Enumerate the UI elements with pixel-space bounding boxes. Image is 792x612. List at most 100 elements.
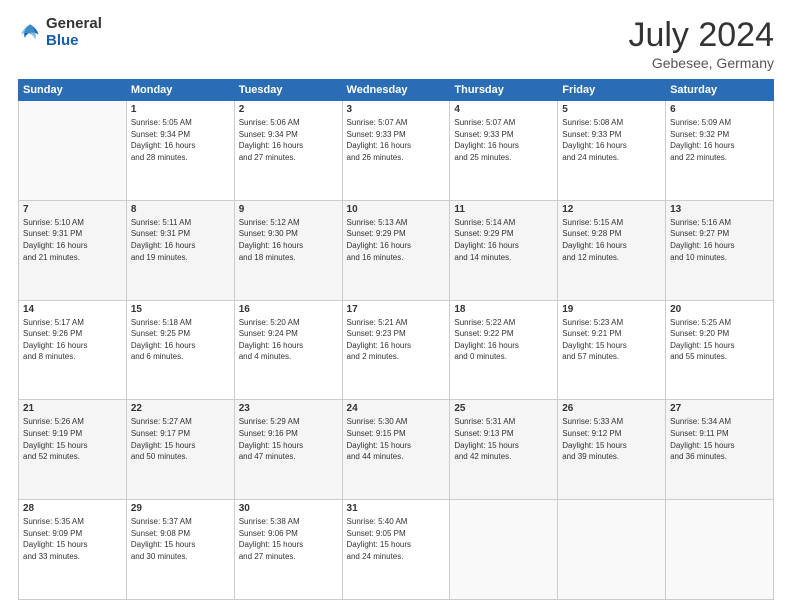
day-info: Sunrise: 5:15 AM Sunset: 9:28 PM Dayligh…: [562, 217, 661, 263]
day-of-week-header: Tuesday: [234, 80, 342, 101]
day-info: Sunrise: 5:33 AM Sunset: 9:12 PM Dayligh…: [562, 416, 661, 462]
day-info: Sunrise: 5:06 AM Sunset: 9:34 PM Dayligh…: [239, 117, 338, 163]
day-number: 1: [131, 104, 230, 115]
day-of-week-header: Thursday: [450, 80, 558, 101]
day-info: Sunrise: 5:10 AM Sunset: 9:31 PM Dayligh…: [23, 217, 122, 263]
day-number: 9: [239, 204, 338, 215]
day-info: Sunrise: 5:30 AM Sunset: 9:15 PM Dayligh…: [347, 416, 446, 462]
day-info: Sunrise: 5:38 AM Sunset: 9:06 PM Dayligh…: [239, 516, 338, 562]
calendar-cell: 28 Sunrise: 5:35 AM Sunset: 9:09 PM Dayli…: [19, 500, 127, 600]
calendar-header-row: SundayMondayTuesdayWednesdayThursdayFrid…: [19, 80, 774, 101]
calendar-cell: 12 Sunrise: 5:15 AM Sunset: 9:28 PM Dayli…: [558, 200, 666, 300]
day-number: 16: [239, 304, 338, 315]
day-of-week-header: Monday: [126, 80, 234, 101]
calendar-cell: 7Sunrise: 5:10 AM Sunset: 9:31 PM Daylig…: [19, 200, 127, 300]
day-of-week-header: Friday: [558, 80, 666, 101]
day-number: 4: [454, 104, 553, 115]
day-info: Sunrise: 5:34 AM Sunset: 9:11 PM Dayligh…: [670, 416, 769, 462]
calendar-cell: 25 Sunrise: 5:31 AM Sunset: 9:13 PM Dayli…: [450, 400, 558, 500]
location-title: Gebesee, Germany: [628, 55, 774, 71]
day-info: Sunrise: 5:13 AM Sunset: 9:29 PM Dayligh…: [347, 217, 446, 263]
day-of-week-header: Wednesday: [342, 80, 450, 101]
calendar-cell: [19, 101, 127, 201]
calendar-cell: 10 Sunrise: 5:13 AM Sunset: 9:29 PM Dayli…: [342, 200, 450, 300]
calendar-cell: 29 Sunrise: 5:37 AM Sunset: 9:08 PM Dayli…: [126, 500, 234, 600]
day-info: Sunrise: 5:21 AM Sunset: 9:23 PM Dayligh…: [347, 317, 446, 363]
calendar-cell: 19 Sunrise: 5:23 AM Sunset: 9:21 PM Dayli…: [558, 300, 666, 400]
calendar-week-row: 28 Sunrise: 5:35 AM Sunset: 9:09 PM Dayli…: [19, 500, 774, 600]
day-info: Sunrise: 5:05 AM Sunset: 9:34 PM Dayligh…: [131, 117, 230, 163]
calendar-cell: 2 Sunrise: 5:06 AM Sunset: 9:34 PM Daylig…: [234, 101, 342, 201]
day-info: Sunrise: 5:16 AM Sunset: 9:27 PM Dayligh…: [670, 217, 769, 263]
calendar-cell: 4 Sunrise: 5:07 AM Sunset: 9:33 PM Daylig…: [450, 101, 558, 201]
day-of-week-header: Saturday: [666, 80, 774, 101]
day-info: Sunrise: 5:40 AM Sunset: 9:05 PM Dayligh…: [347, 516, 446, 562]
calendar-cell: 18 Sunrise: 5:22 AM Sunset: 9:22 PM Dayli…: [450, 300, 558, 400]
day-info: Sunrise: 5:23 AM Sunset: 9:21 PM Dayligh…: [562, 317, 661, 363]
calendar-cell: 14 Sunrise: 5:17 AM Sunset: 9:26 PM Dayli…: [19, 300, 127, 400]
day-number: 11: [454, 204, 553, 215]
day-info: Sunrise: 5:26 AM Sunset: 9:19 PM Dayligh…: [23, 416, 122, 462]
day-info: Sunrise: 5:07 AM Sunset: 9:33 PM Dayligh…: [454, 117, 553, 163]
day-info: Sunrise: 5:11 AM Sunset: 9:31 PM Dayligh…: [131, 217, 230, 263]
day-info: Sunrise: 5:08 AM Sunset: 9:33 PM Dayligh…: [562, 117, 661, 163]
logo-text: General Blue: [46, 16, 102, 49]
day-number: 6: [670, 104, 769, 115]
day-number: 31: [347, 503, 446, 514]
calendar-cell: 17Sunrise: 5:21 AM Sunset: 9:23 PM Dayli…: [342, 300, 450, 400]
day-info: Sunrise: 5:31 AM Sunset: 9:13 PM Dayligh…: [454, 416, 553, 462]
calendar-week-row: 1 Sunrise: 5:05 AM Sunset: 9:34 PM Daylig…: [19, 101, 774, 201]
day-number: 8: [131, 204, 230, 215]
calendar-cell: 16Sunrise: 5:20 AM Sunset: 9:24 PM Dayli…: [234, 300, 342, 400]
header: General Blue July 2024 Gebesee, Germany: [18, 16, 774, 71]
calendar-cell: [558, 500, 666, 600]
calendar-cell: 23Sunrise: 5:29 AM Sunset: 9:16 PM Dayli…: [234, 400, 342, 500]
calendar-cell: 21 Sunrise: 5:26 AM Sunset: 9:19 PM Dayli…: [19, 400, 127, 500]
calendar-cell: 27 Sunrise: 5:34 AM Sunset: 9:11 PM Dayli…: [666, 400, 774, 500]
day-info: Sunrise: 5:17 AM Sunset: 9:26 PM Dayligh…: [23, 317, 122, 363]
calendar-cell: 8 Sunrise: 5:11 AM Sunset: 9:31 PM Daylig…: [126, 200, 234, 300]
day-info: Sunrise: 5:37 AM Sunset: 9:08 PM Dayligh…: [131, 516, 230, 562]
day-info: Sunrise: 5:09 AM Sunset: 9:32 PM Dayligh…: [670, 117, 769, 163]
day-number: 3: [347, 104, 446, 115]
logo-line2: Blue: [46, 33, 102, 50]
calendar-week-row: 7Sunrise: 5:10 AM Sunset: 9:31 PM Daylig…: [19, 200, 774, 300]
logo-icon: [18, 21, 42, 45]
page: General Blue July 2024 Gebesee, Germany …: [0, 0, 792, 612]
day-number: 25: [454, 403, 553, 414]
calendar-cell: 26 Sunrise: 5:33 AM Sunset: 9:12 PM Dayli…: [558, 400, 666, 500]
day-number: 29: [131, 503, 230, 514]
day-number: 28: [23, 503, 122, 514]
day-info: Sunrise: 5:25 AM Sunset: 9:20 PM Dayligh…: [670, 317, 769, 363]
day-number: 30: [239, 503, 338, 514]
calendar-table: SundayMondayTuesdayWednesdayThursdayFrid…: [18, 79, 774, 600]
month-title: July 2024: [628, 16, 774, 55]
logo-line1: General: [46, 16, 102, 33]
calendar-cell: [450, 500, 558, 600]
calendar-cell: 20Sunrise: 5:25 AM Sunset: 9:20 PM Dayli…: [666, 300, 774, 400]
day-number: 26: [562, 403, 661, 414]
logo: General Blue: [18, 16, 102, 49]
day-number: 10: [347, 204, 446, 215]
day-number: 21: [23, 403, 122, 414]
day-number: 22: [131, 403, 230, 414]
day-number: 2: [239, 104, 338, 115]
day-info: Sunrise: 5:27 AM Sunset: 9:17 PM Dayligh…: [131, 416, 230, 462]
day-info: Sunrise: 5:22 AM Sunset: 9:22 PM Dayligh…: [454, 317, 553, 363]
day-number: 14: [23, 304, 122, 315]
title-block: July 2024 Gebesee, Germany: [628, 16, 774, 71]
day-info: Sunrise: 5:18 AM Sunset: 9:25 PM Dayligh…: [131, 317, 230, 363]
calendar-cell: 6 Sunrise: 5:09 AM Sunset: 9:32 PM Daylig…: [666, 101, 774, 201]
day-number: 12: [562, 204, 661, 215]
calendar-cell: 24Sunrise: 5:30 AM Sunset: 9:15 PM Dayli…: [342, 400, 450, 500]
calendar-cell: 9 Sunrise: 5:12 AM Sunset: 9:30 PM Daylig…: [234, 200, 342, 300]
calendar-cell: 22 Sunrise: 5:27 AM Sunset: 9:17 PM Dayli…: [126, 400, 234, 500]
calendar-cell: 30 Sunrise: 5:38 AM Sunset: 9:06 PM Dayli…: [234, 500, 342, 600]
day-number: 27: [670, 403, 769, 414]
calendar-cell: 15 Sunrise: 5:18 AM Sunset: 9:25 PM Dayli…: [126, 300, 234, 400]
day-number: 18: [454, 304, 553, 315]
day-number: 15: [131, 304, 230, 315]
day-number: 19: [562, 304, 661, 315]
day-info: Sunrise: 5:35 AM Sunset: 9:09 PM Dayligh…: [23, 516, 122, 562]
day-info: Sunrise: 5:12 AM Sunset: 9:30 PM Dayligh…: [239, 217, 338, 263]
